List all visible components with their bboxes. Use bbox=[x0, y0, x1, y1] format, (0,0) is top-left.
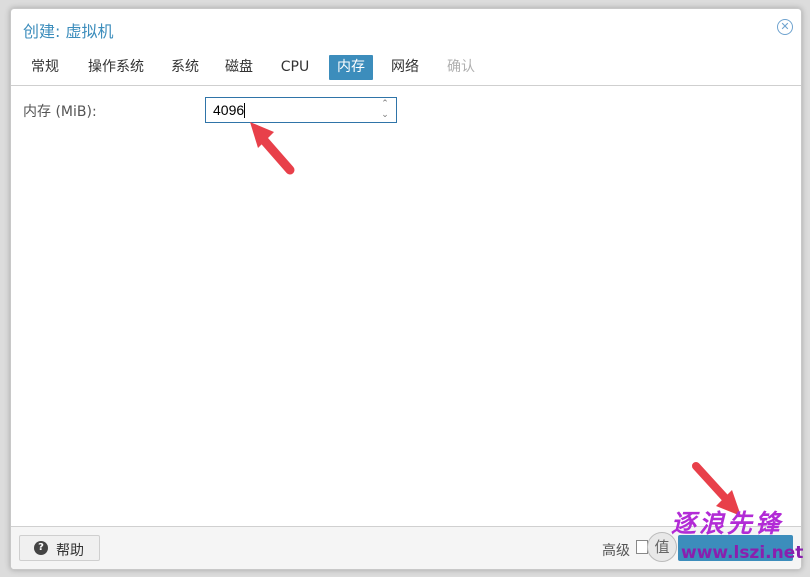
annotation-arrows bbox=[250, 122, 741, 516]
arrow-to-memory-input bbox=[250, 122, 295, 175]
watermark-url: www.lszi.net bbox=[681, 543, 804, 563]
watermark-text: 逐浪先锋 bbox=[671, 509, 784, 538]
